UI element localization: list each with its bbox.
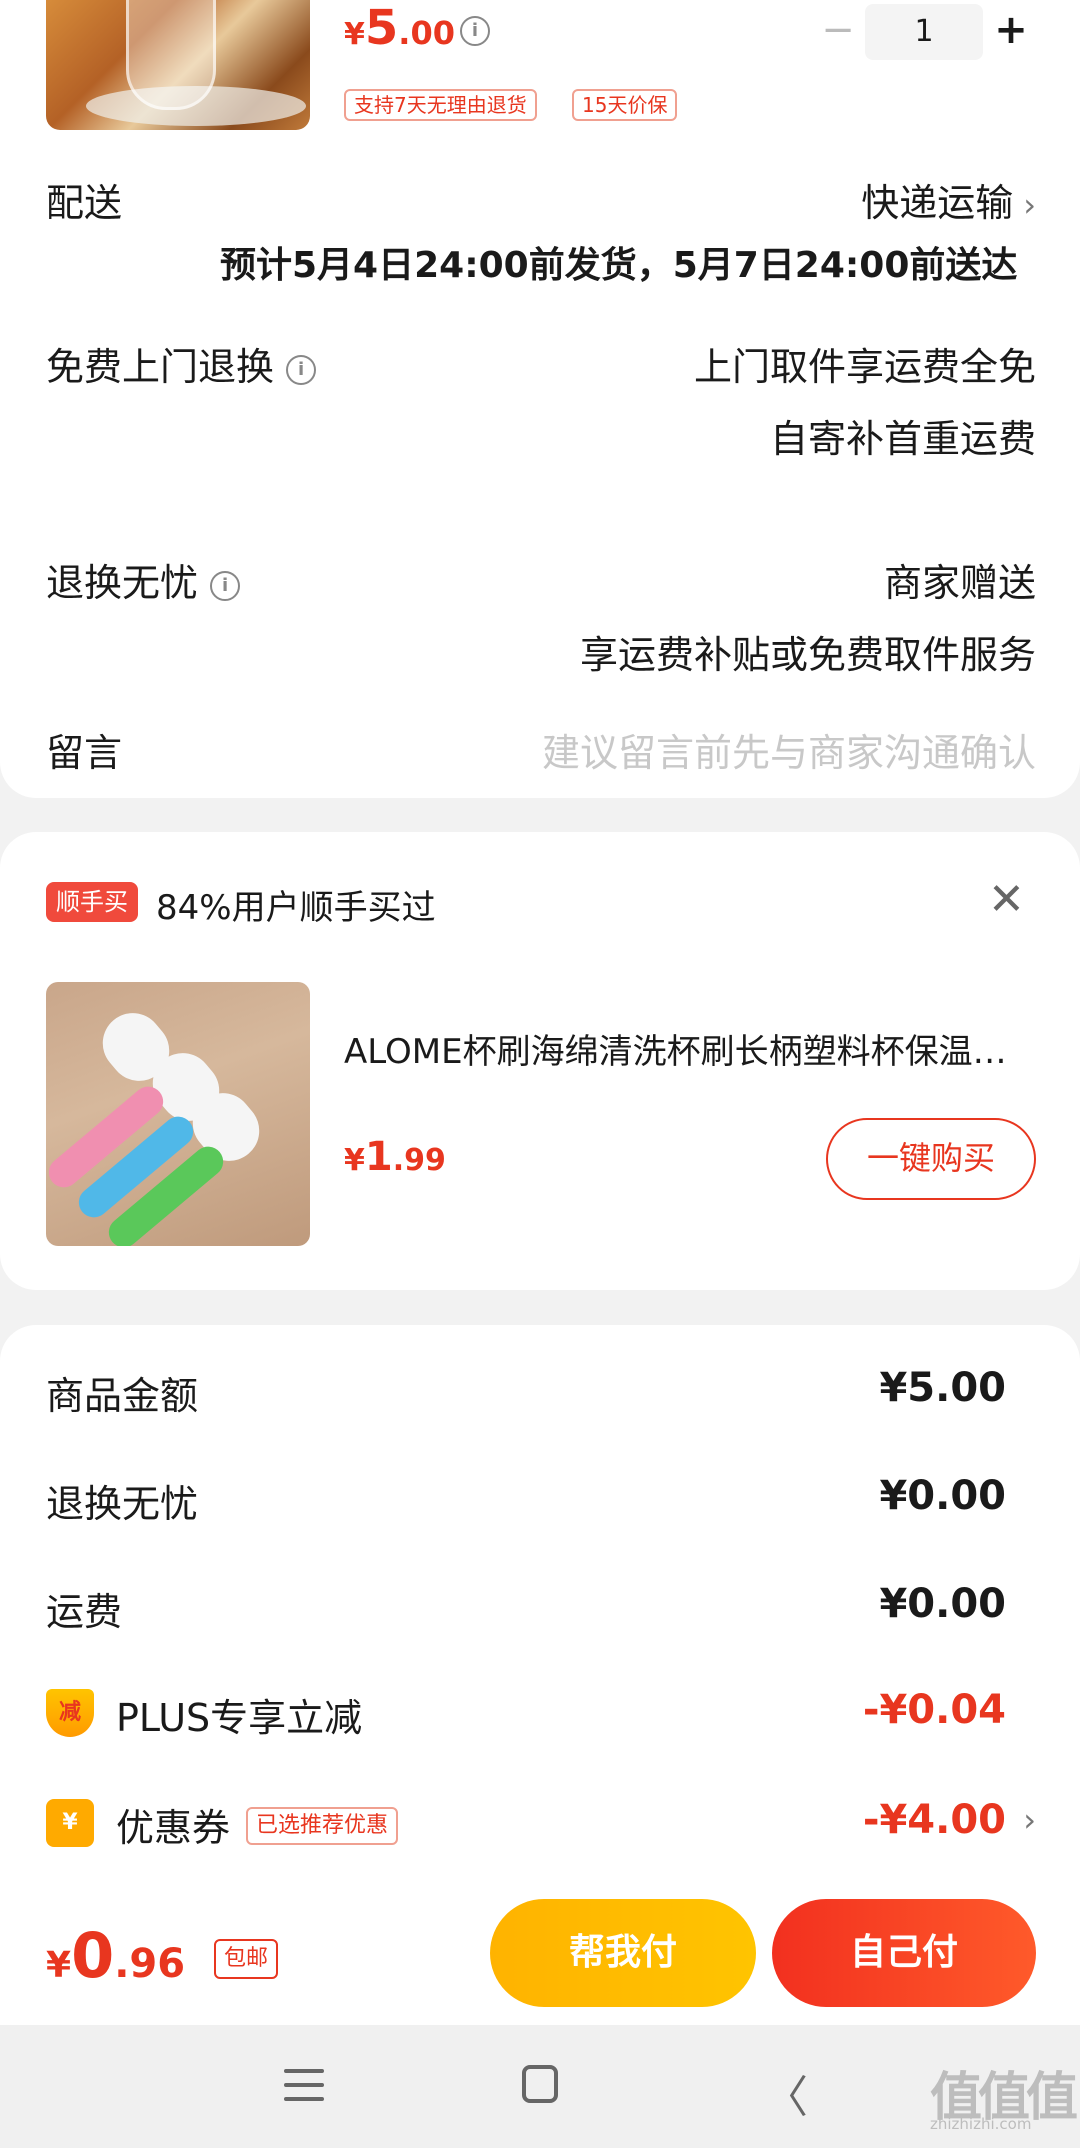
- plus-discount-value: -¥0.04: [862, 1687, 1006, 1733]
- product-price: ¥5.00: [344, 0, 455, 56]
- freight-label: 运费: [46, 1590, 123, 1634]
- delivery-estimate: 预计5月4日24:00前发货，5月7日24:00前送达: [220, 245, 1018, 286]
- product-image[interactable]: [46, 0, 310, 130]
- chevron-right-icon[interactable]: ›: [1023, 1801, 1036, 1839]
- quantity-minus-button[interactable]: −: [820, 10, 856, 54]
- worry-free-label: 退换无忧 i: [46, 552, 241, 607]
- delivery-label: 配送: [46, 181, 123, 225]
- worry-free-line2: 享运费补贴或免费取件服务: [579, 633, 1036, 677]
- freight-value: ¥0.00: [879, 1581, 1006, 1627]
- price-protect-tag: 15天价保: [572, 89, 678, 121]
- addon-card: 顺手买 84%用户顺手买过 ✕ ALOME杯刷海绵清洗杯刷长柄塑料杯保温杯刷子 …: [0, 832, 1080, 1290]
- worry-free-info-icon[interactable]: i: [210, 570, 241, 601]
- order-item-card: ¥5.00 i 支持7天无理由退货 15天价保 − 1 + 配送 快递运输 › 预…: [0, 0, 1080, 798]
- free-shipping-tag: 包邮: [214, 1939, 279, 1979]
- worry-free-fee-label: 退换无忧: [46, 1482, 199, 1526]
- quantity-input[interactable]: 1: [865, 4, 983, 60]
- one-click-buy-button[interactable]: 一键购买: [826, 1118, 1036, 1200]
- coupon-icon: ¥: [46, 1799, 94, 1847]
- self-pay-button[interactable]: 自己付: [772, 1899, 1036, 2007]
- return-policy-tag: 支持7天无理由退货: [344, 89, 537, 121]
- free-return-info-icon[interactable]: i: [286, 354, 317, 385]
- addon-product-image[interactable]: [46, 982, 310, 1246]
- menu-icon[interactable]: [284, 2069, 324, 2111]
- chevron-right-icon: ›: [1023, 186, 1036, 224]
- message-input[interactable]: 建议留言前先与商家沟通确认: [542, 722, 1036, 777]
- free-return-line2: 自寄补首重运费: [769, 417, 1036, 461]
- checkout-bar: ¥0.96 包邮 帮我付 自己付: [0, 1885, 1080, 2025]
- free-return-label: 免费上门退换 i: [46, 336, 317, 391]
- addon-title: 84%用户顺手买过: [156, 888, 436, 928]
- coupon-value[interactable]: -¥4.00: [863, 1797, 1006, 1843]
- worry-free-fee-value: ¥0.00: [879, 1473, 1006, 1519]
- free-return-line1: 上门取件享运费全免: [693, 345, 1036, 389]
- help-pay-button[interactable]: 帮我付: [490, 1899, 756, 2007]
- watermark-site: zhizhizhi.com: [930, 2115, 1032, 2133]
- coupon-recommended-tag: 已选推荐优惠: [246, 1807, 399, 1845]
- addon-product-name[interactable]: ALOME杯刷海绵清洗杯刷长柄塑料杯保温杯刷子: [344, 1024, 1014, 1073]
- goods-amount-label: 商品金额: [46, 1374, 199, 1418]
- addon-price: ¥1.99: [344, 1134, 446, 1180]
- close-icon[interactable]: ✕: [988, 874, 1025, 925]
- delivery-method[interactable]: 快递运输 ›: [861, 172, 1036, 227]
- coupon-label: 优惠券: [116, 1806, 231, 1850]
- home-icon[interactable]: [522, 2065, 558, 2103]
- plus-discount-label: PLUS专享立减: [116, 1696, 363, 1740]
- message-label: 留言: [46, 731, 123, 775]
- goods-amount-value: ¥5.00: [879, 1365, 1006, 1411]
- addon-badge: 顺手买: [46, 882, 138, 922]
- quantity-plus-button[interactable]: +: [993, 8, 1029, 56]
- total-price: ¥0.96: [46, 1919, 186, 1992]
- back-icon[interactable]: 〈: [764, 2061, 808, 2125]
- worry-free-line1: 商家赠送: [883, 561, 1036, 605]
- system-navigation-bar: 〈 值值值 zhizhizhi.com: [0, 2025, 1080, 2148]
- discount-shield-icon: 减: [46, 1689, 94, 1737]
- price-summary-card: 商品金额 ¥5.00 退换无忧 ¥0.00 运费 ¥0.00 减 PLUS专享立…: [0, 1325, 1080, 1885]
- price-info-icon[interactable]: i: [460, 16, 490, 46]
